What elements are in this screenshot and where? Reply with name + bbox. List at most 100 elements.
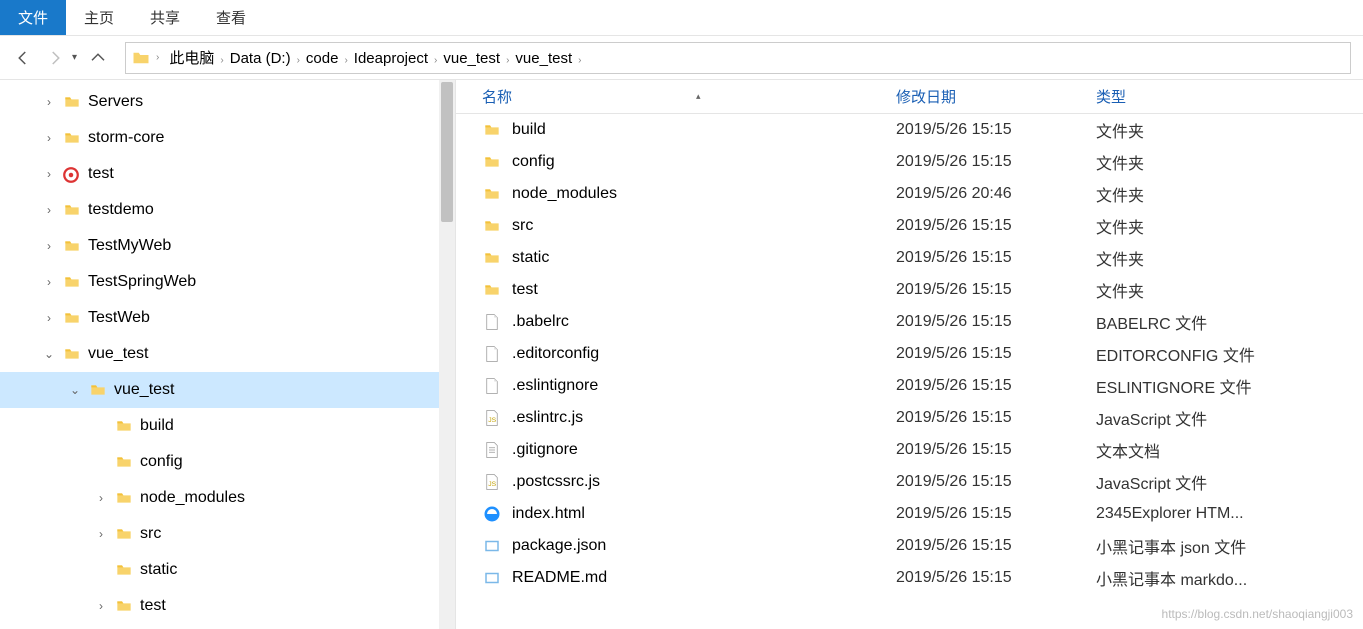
breadcrumb-item[interactable]: vue_test [439,48,504,69]
menu-item-3[interactable]: 查看 [198,0,264,35]
folder-icon [482,216,502,236]
chevron-down-icon[interactable]: ⌄ [42,347,56,361]
file-name: node_modules [512,185,617,203]
tree-item-label: build [140,417,174,435]
tree-item[interactable]: ›static [0,552,455,588]
file-name: .eslintignore [512,377,598,395]
tree-item[interactable]: ›test [0,156,455,192]
file-type: 小黑记事本 json 文件 [1096,534,1363,558]
menu-item-0[interactable]: 文件 [0,0,66,35]
tree-item[interactable]: ›src [0,516,455,552]
chevron-right-icon[interactable]: › [42,239,56,253]
chevron-right-icon: › [295,55,302,66]
tree-item[interactable]: › TestSpringWeb [0,264,455,300]
tree-item-label: storm-core [88,129,164,147]
folder-icon [114,526,134,542]
chevron-right-icon[interactable]: › [94,599,108,613]
file-row[interactable]: .gitignore2019/5/26 15:15文本文档 [456,434,1363,466]
column-name[interactable]: 名称 ▴ [456,86,896,107]
scrollbar-thumb[interactable] [441,82,453,222]
chevron-right-icon[interactable]: › [42,95,56,109]
file-row[interactable]: index.html2019/5/26 15:152345Explorer HT… [456,498,1363,530]
tree-item[interactable]: ›config [0,444,455,480]
history-dropdown-icon[interactable]: ▾ [72,52,77,63]
chevron-right-icon[interactable]: › [42,203,56,217]
file-row[interactable]: JS.eslintrc.js2019/5/26 15:15JavaScript … [456,402,1363,434]
tree-scrollbar[interactable] [439,80,455,629]
chevron-right-icon[interactable]: › [42,311,56,325]
file-row[interactable]: package.json2019/5/26 15:15小黑记事本 json 文件 [456,530,1363,562]
tree-item[interactable]: ⌄ vue_test [0,372,455,408]
tree-item[interactable]: ›node_modules [0,480,455,516]
file-row[interactable]: .babelrc2019/5/26 15:15BABELRC 文件 [456,306,1363,338]
js-icon: JS [482,408,502,428]
tree-item-label: static [140,561,177,579]
breadcrumb-item[interactable]: Ideaproject [350,48,432,69]
chevron-right-icon[interactable]: › [94,527,108,541]
chevron-right-icon[interactable]: › [42,275,56,289]
tree-item[interactable]: ›build [0,408,455,444]
tree-item[interactable]: ›TestMyWeb [0,228,455,264]
file-row[interactable]: build2019/5/26 15:15文件夹 [456,114,1363,146]
file-type: JavaScript 文件 [1096,470,1363,494]
chevron-down-icon[interactable]: ⌄ [68,383,82,397]
chevron-right-icon[interactable]: › [42,167,56,181]
file-row[interactable]: node_modules2019/5/26 20:46文件夹 [456,178,1363,210]
folder-icon [114,562,134,578]
file-row[interactable]: test2019/5/26 15:15文件夹 [456,274,1363,306]
column-name-label: 名称 [482,86,512,107]
breadcrumb-item[interactable]: Data (D:) [226,48,295,69]
tree-item[interactable]: ›testdemo [0,192,455,228]
file-row[interactable]: README.md2019/5/26 15:15小黑记事本 markdo... [456,562,1363,594]
back-button[interactable] [12,47,34,69]
file-date: 2019/5/26 15:15 [896,569,1096,587]
breadcrumb-item[interactable]: vue_test [511,48,576,69]
tree-item-label: vue_test [114,381,174,399]
file-date: 2019/5/26 15:15 [896,505,1096,523]
file-name: README.md [512,569,607,587]
file-type: 文件夹 [1096,246,1363,270]
column-date[interactable]: 修改日期 [896,86,1096,107]
file-row[interactable]: .editorconfig2019/5/26 15:15EDITORCONFIG… [456,338,1363,370]
tree-item[interactable]: ›Servers [0,84,455,120]
chevron-right-icon[interactable]: › [42,131,56,145]
folder-icon [482,184,502,204]
breadcrumb-item[interactable]: 此电脑 [165,48,218,69]
menu-item-2[interactable]: 共享 [132,0,198,35]
file-type: 文件夹 [1096,278,1363,302]
folder-icon [62,238,82,254]
up-button[interactable] [87,47,109,69]
menu-bar: 文件主页共享查看 [0,0,1363,36]
file-row[interactable]: static 2019/5/26 15:15文件夹 [456,242,1363,274]
folder-icon [114,418,134,434]
forward-button[interactable] [44,47,66,69]
tree-item-label: TestSpringWeb [88,273,196,291]
file-name: package.json [512,537,606,555]
folder-icon [114,490,134,506]
tree-item[interactable]: ›TestWeb [0,300,455,336]
menu-item-1[interactable]: 主页 [66,0,132,35]
main-content: ›Servers›storm-core›test›testdemo›TestMy… [0,80,1363,629]
folder-icon [62,310,82,326]
column-type[interactable]: 类型 [1096,86,1363,107]
file-date: 2019/5/26 15:15 [896,441,1096,459]
column-type-label: 类型 [1096,89,1126,106]
tree-item[interactable]: ⌄ vue_test [0,336,455,372]
file-row[interactable]: JS.postcssrc.js2019/5/26 15:15JavaScript… [456,466,1363,498]
file-type: 文件夹 [1096,214,1363,238]
file-row[interactable]: config2019/5/26 15:15文件夹 [456,146,1363,178]
file-name: static [512,249,549,267]
chevron-right-icon[interactable]: › [94,491,108,505]
file-date: 2019/5/26 15:15 [896,249,1096,267]
tree-item[interactable]: › storm-core [0,120,455,156]
file-icon [482,312,502,332]
file-date: 2019/5/26 15:15 [896,281,1096,299]
tree-item-label: vue_test [88,345,148,363]
file-row[interactable]: src2019/5/26 15:15文件夹 [456,210,1363,242]
file-row[interactable]: .eslintignore2019/5/26 15:15ESLINTIGNORE… [456,370,1363,402]
tree-item[interactable]: ›test [0,588,455,624]
file-type: 文本文档 [1096,438,1363,462]
file-type: ESLINTIGNORE 文件 [1096,374,1363,398]
breadcrumb-bar[interactable]: › 此电脑›Data (D:)›code›Ideaproject›vue_tes… [125,42,1351,74]
breadcrumb-item[interactable]: code [302,48,343,69]
